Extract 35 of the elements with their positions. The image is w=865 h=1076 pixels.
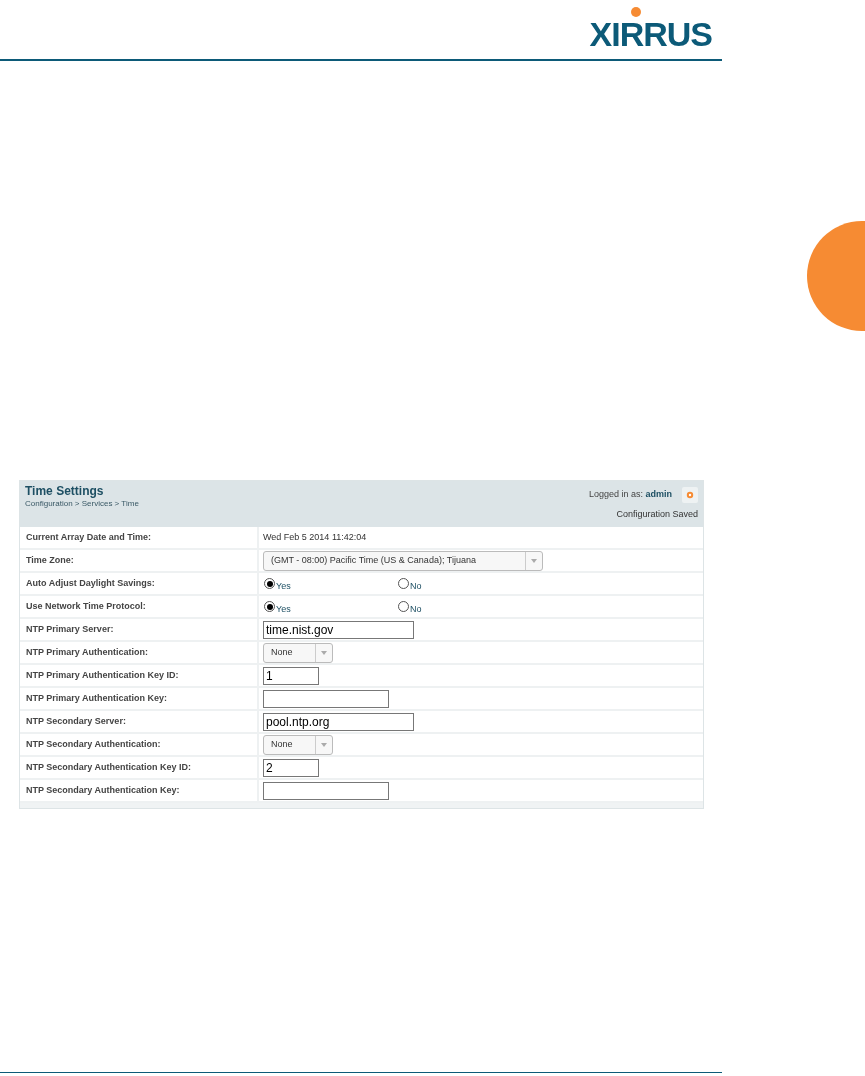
time-zone-dropdown[interactable]: (GMT - 08:00) Pacific Time (US & Canada); Tijuana [263, 550, 543, 571]
field-label: Use Network Time Protocol: [26, 599, 146, 613]
field-label: Current Array Date and Time: [26, 530, 152, 544]
breadcrumb: Configuration > Services > Time [25, 498, 139, 509]
field-label: NTP Primary Authentication Key ID: [26, 668, 179, 682]
panel-title: Time Settings [25, 484, 105, 498]
logo: XIRRUS [589, 7, 712, 51]
authentication-dropdown[interactable]: None [263, 734, 333, 755]
field-label: NTP Secondary Authentication Key ID: [26, 760, 192, 774]
field-label: NTP Primary Server: [26, 622, 114, 636]
dropdown-caret-icon [321, 742, 327, 747]
radio-option[interactable]: Yes [264, 601, 398, 612]
field-label: Auto Adjust Daylight Savings: [26, 576, 155, 590]
dropdown-caret-icon [321, 650, 327, 655]
field-label: NTP Primary Authentication: [26, 645, 149, 659]
field-label: NTP Secondary Server: [26, 714, 126, 728]
radio-option[interactable]: No [398, 578, 422, 589]
field-label: NTP Secondary Authentication: [26, 737, 161, 751]
radio-option[interactable]: Yes [264, 578, 398, 589]
dropdown-caret-icon [531, 558, 537, 563]
input-field[interactable] [263, 689, 389, 708]
field-label: NTP Primary Authentication Key: [26, 691, 168, 705]
input-field[interactable]: 2 [263, 758, 319, 777]
settings-icon [686, 491, 694, 499]
radio-option[interactable]: No [398, 601, 422, 612]
input-field[interactable]: time.nist.gov [263, 620, 414, 639]
date-time-value: Wed Feb 5 2014 11:42:04 [263, 530, 367, 544]
authentication-dropdown[interactable]: None [263, 642, 333, 663]
login-status: Logged in as: admin [588, 488, 672, 502]
status-message: Configuration Saved [616, 508, 698, 521]
input-field[interactable] [263, 781, 389, 800]
input-field[interactable]: 1 [263, 666, 319, 685]
input-field[interactable]: pool.ntp.org [263, 712, 414, 731]
field-label: NTP Secondary Authentication Key: [26, 783, 180, 797]
field-label: Time Zone: [26, 553, 74, 567]
